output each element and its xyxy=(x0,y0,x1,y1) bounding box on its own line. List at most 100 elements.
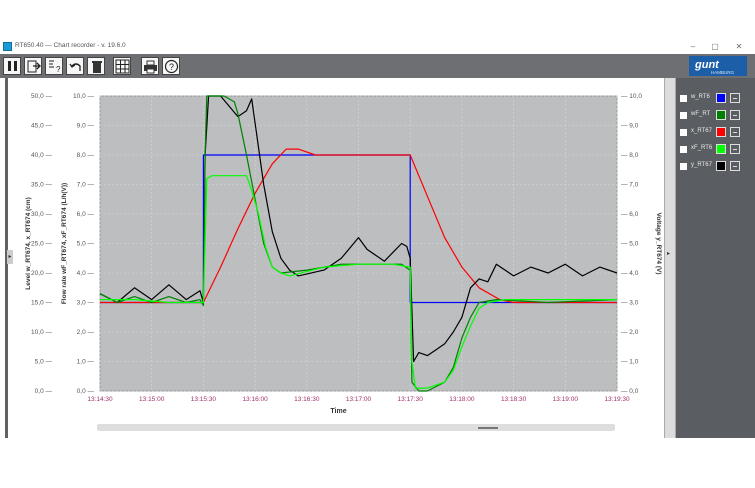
svg-text:?: ? xyxy=(169,62,174,72)
y-tick-label-flow: 4,0 — xyxy=(77,270,95,277)
help-button[interactable]: ? xyxy=(162,57,180,75)
legend-checkbox[interactable] xyxy=(680,129,687,136)
legend-item[interactable]: xF_RT6 xyxy=(676,143,755,157)
undo-button[interactable] xyxy=(66,57,84,75)
y-tick-label-flow: 7,0 — xyxy=(77,182,95,189)
workspace: 13:14:30 13:15:00 13:15:30 13:16:00 13:16:30… xyxy=(0,78,755,438)
printer-icon xyxy=(144,60,157,74)
legend-item[interactable]: w_RT6 xyxy=(676,92,755,106)
delete-button[interactable] xyxy=(87,57,105,75)
y-tick-label-voltage: — 5,0 xyxy=(621,241,639,248)
y-tick-label-flow: 2,0 — xyxy=(77,329,95,336)
legend-minus-button[interactable] xyxy=(730,93,740,103)
settings-help-button[interactable]: ? xyxy=(45,57,63,75)
y-tick-label-flow: 5,0 — xyxy=(77,241,95,248)
toolbar: ? ? gunt HAMBURG xyxy=(0,54,755,78)
legend-item[interactable]: y_RT67 xyxy=(676,160,755,174)
legend-checkbox[interactable] xyxy=(680,163,687,170)
horizontal-scrollbar[interactable] xyxy=(97,424,615,431)
legend-label: x_RT67 xyxy=(691,128,712,134)
maximize-button[interactable]: ▢ xyxy=(704,41,726,53)
x-tick-label: 13:14:30 xyxy=(87,396,113,403)
legend-checkbox[interactable] xyxy=(680,146,687,153)
scrollbar-thumb[interactable] xyxy=(478,427,498,429)
y-tick-label-level: 30,0 — xyxy=(31,211,52,218)
legend-item[interactable]: x_RT67 xyxy=(676,126,755,140)
y-tick-label-level: 45,0 — xyxy=(31,123,52,130)
legend-item[interactable]: wF_RT xyxy=(676,109,755,123)
y-tick-label-level: 25,0 — xyxy=(31,241,52,248)
chart: 13:14:30 13:15:00 13:15:30 13:16:00 13:16:30… xyxy=(25,93,662,415)
y-tick-label-flow: 1,0 — xyxy=(77,359,95,366)
x-tick-label: 13:17:30 xyxy=(398,396,424,403)
x-tick-label: 13:18:30 xyxy=(501,396,527,403)
close-button[interactable]: ✕ xyxy=(728,41,750,53)
y-tick-label-flow: 8,0 — xyxy=(77,152,95,159)
y-tick-label-level: 35,0 — xyxy=(31,182,52,189)
legend-minus-button[interactable] xyxy=(730,144,740,154)
y-tick-label-voltage: — 10,0 xyxy=(621,93,642,100)
help-icon: ? xyxy=(164,59,179,74)
grid-button[interactable] xyxy=(113,57,131,75)
y-tick-label-level: 40,0 — xyxy=(31,152,52,159)
svg-text:HAMBURG: HAMBURG xyxy=(711,70,735,75)
grid-icon xyxy=(115,59,130,74)
y-tick-label-level: 50,0 — xyxy=(31,93,52,100)
legend-minus-button[interactable] xyxy=(730,127,740,137)
trash-icon xyxy=(92,61,102,73)
legend-color-swatch[interactable] xyxy=(716,93,726,103)
pause-icon xyxy=(8,61,17,71)
y-tick-label-voltage: — 1,0 xyxy=(621,359,639,366)
y-tick-label-voltage: — 4,0 xyxy=(621,270,639,277)
x-axis-label: Time xyxy=(330,408,346,415)
legend-label: wF_RT xyxy=(691,111,711,117)
x-tick-label: 13:16:30 xyxy=(294,396,320,403)
x-tick-label: 13:15:30 xyxy=(191,396,217,403)
legend-label: w_RT6 xyxy=(691,94,710,100)
y-tick-label-level: 20,0 — xyxy=(31,270,52,277)
x-tick-label: 13:16:00 xyxy=(242,396,268,403)
y-tick-label-flow: 3,0 — xyxy=(77,300,95,307)
x-tick-label: 13:19:30 xyxy=(604,396,630,403)
minimize-button[interactable]: – xyxy=(682,41,704,53)
legend-panel: w_RT6 wF_RT x_RT67 xF_RT6 y_RT67 xyxy=(676,78,755,438)
y-tick-label-voltage: — 0,0 xyxy=(621,388,639,395)
y-tick-label-level: 15,0 — xyxy=(31,300,52,307)
y-tick-label-level: 0,0 — xyxy=(35,388,53,395)
pause-button[interactable] xyxy=(3,57,21,75)
legend-color-swatch[interactable] xyxy=(716,110,726,120)
chart-panel: 13:14:30 13:15:00 13:15:30 13:16:00 13:16:30… xyxy=(5,78,667,438)
y-tick-label-voltage: — 9,0 xyxy=(621,123,639,130)
window-title: RT650.40 — Chart recorder - v. 19.6.0 xyxy=(15,42,126,49)
svg-text:?: ? xyxy=(56,65,61,74)
x-tick-label: 13:17:00 xyxy=(346,396,372,403)
y-tick-label-voltage: — 7,0 xyxy=(621,182,639,189)
legend-minus-button[interactable] xyxy=(730,161,740,171)
y-axis-label-level: Level w_RT674, x_RT674 (cm) xyxy=(25,197,32,290)
export-button[interactable] xyxy=(24,57,42,75)
x-tick-label: 13:19:00 xyxy=(553,396,579,403)
export-icon xyxy=(27,60,41,73)
gunt-logo: gunt HAMBURG xyxy=(689,56,747,76)
expand-right-arrow[interactable]: ▸ xyxy=(667,250,670,257)
legend-color-swatch[interactable] xyxy=(716,144,726,154)
legend-label: y_RT67 xyxy=(691,162,712,168)
legend-checkbox[interactable] xyxy=(680,112,687,119)
legend-color-swatch[interactable] xyxy=(716,127,726,137)
x-tick-label: 13:15:00 xyxy=(139,396,165,403)
y-tick-label-flow: 6,0 — xyxy=(77,211,95,218)
y-tick-label-flow: 0,0 — xyxy=(77,388,95,395)
x-tick-label: 13:18:00 xyxy=(449,396,475,403)
print-button[interactable] xyxy=(141,57,159,75)
legend-checkbox[interactable] xyxy=(680,95,687,102)
y-tick-label-flow: 10,0 — xyxy=(73,93,94,100)
y-tick-label-level: 5,0 — xyxy=(35,359,53,366)
splitter-strip[interactable]: ▸ xyxy=(664,78,676,438)
legend-color-swatch[interactable] xyxy=(716,161,726,171)
legend-label: xF_RT6 xyxy=(691,145,713,151)
undo-icon xyxy=(69,63,81,71)
y-tick-label-level: 10,0 — xyxy=(31,329,52,336)
collapse-left-arrow[interactable]: ▸ xyxy=(7,250,13,264)
y-tick-label-voltage: — 2,0 xyxy=(621,329,639,336)
legend-minus-button[interactable] xyxy=(730,110,740,120)
